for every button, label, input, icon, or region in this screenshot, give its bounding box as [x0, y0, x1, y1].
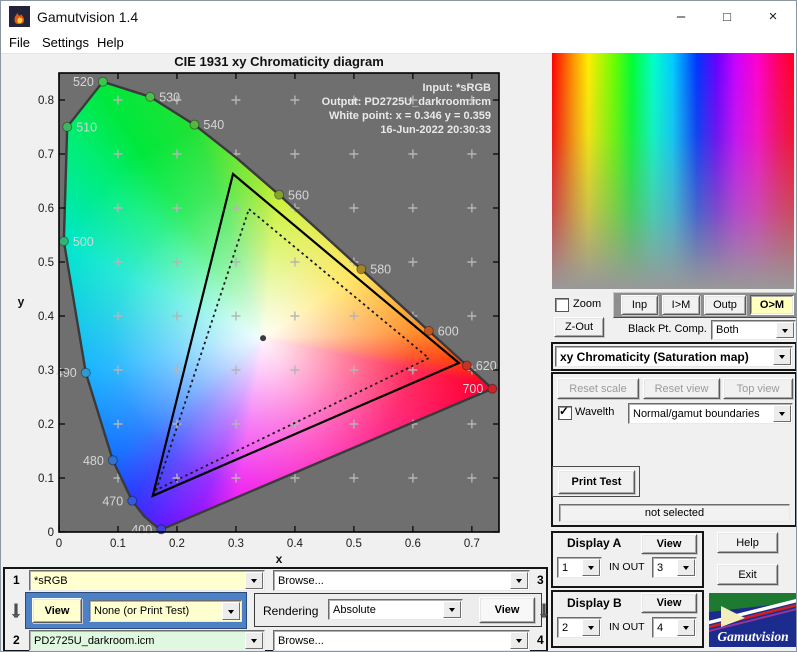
y-tick-label: 0.2 — [38, 419, 54, 431]
gamutvision-logo: Gamutvision — [709, 593, 796, 647]
minimize-button[interactable]: – — [658, 1, 704, 32]
dropdown-arrow-icon[interactable] — [582, 619, 600, 636]
dropdown-arrow-icon[interactable] — [222, 602, 240, 620]
help-button[interactable]: Help — [717, 532, 778, 553]
x-tick-label: 0.7 — [464, 538, 480, 550]
output-to-monitor-button[interactable]: O>M — [750, 295, 794, 315]
y-tick-label: 0.3 — [38, 365, 54, 377]
logo-text: Gamutvision — [717, 629, 788, 644]
wavelth-checkbox[interactable] — [558, 404, 572, 420]
menu-file[interactable]: File — [9, 35, 30, 50]
test-pattern-select[interactable]: None (or Print Test) — [89, 600, 242, 622]
status-field: not selected — [559, 504, 790, 522]
output-profile-select[interactable]: PD2725U_darkroom.icm — [29, 630, 265, 651]
dropdown-arrow-icon[interactable] — [443, 601, 461, 618]
dropdown-arrow-icon[interactable] — [677, 559, 695, 576]
reset-scale-button[interactable]: Reset scale — [557, 378, 639, 399]
browse2-select[interactable]: Browse... — [273, 630, 530, 651]
dropdown-arrow-icon[interactable] — [245, 572, 263, 589]
y-tick-label: 0 — [48, 527, 54, 539]
annotation-white-point: White point: x = 0.346 y = 0.359 — [328, 110, 491, 122]
dropdown-arrow-icon[interactable] — [582, 559, 600, 576]
x-tick-label: 0.1 — [110, 538, 126, 550]
view-mode-select[interactable]: xy Chromaticity (Saturation map) — [555, 346, 793, 367]
slot4-label: 4 — [537, 633, 544, 647]
chart-annotations: Input: *sRGB Output: PD2725U_darkroom.ic… — [201, 81, 491, 137]
x-tick-label: 0.6 — [405, 538, 421, 550]
x-axis-title: x — [276, 552, 283, 566]
dropdown-arrow-icon[interactable] — [773, 348, 791, 365]
y-tick-label: 0.6 — [38, 203, 54, 215]
down-arrow-left-icon: ↓ — [10, 596, 22, 623]
display-a-in-select[interactable]: 1 — [557, 557, 602, 578]
dropdown-arrow-icon[interactable] — [510, 572, 528, 589]
y-tick-label: 0.7 — [38, 149, 54, 161]
display-a-inout-label: IN OUT — [609, 561, 645, 573]
display-b-inout-label: IN OUT — [609, 621, 645, 633]
boundaries-select[interactable]: Normal/gamut boundaries — [628, 403, 793, 424]
inp-button[interactable]: Inp — [621, 295, 658, 315]
black-pt-comp-label: Black Pt. Comp. — [628, 323, 707, 335]
y-tick-label: 0.4 — [38, 311, 55, 323]
menu-help[interactable]: Help — [97, 35, 124, 50]
y-tick-label: 0.8 — [38, 95, 54, 107]
wavelth-label: Wavelth — [575, 406, 615, 418]
view-a-button[interactable]: View — [32, 598, 82, 623]
x-tick-label: 0.2 — [169, 538, 185, 550]
z-out-button[interactable]: Z-Out — [554, 317, 604, 337]
zoom-checkbox[interactable] — [555, 298, 569, 312]
menu-settings[interactable]: Settings — [42, 35, 89, 50]
app-icon — [9, 6, 30, 27]
display-a-view-button[interactable]: View — [641, 534, 697, 554]
dropdown-arrow-icon[interactable] — [773, 405, 791, 422]
display-a-out-select[interactable]: 3 — [652, 557, 697, 578]
close-button[interactable]: × — [750, 1, 796, 32]
outp-button[interactable]: Outp — [704, 295, 746, 315]
titlebar: Gamutvision 1.4 – □ × — [1, 1, 796, 32]
display-a-title: Display A — [567, 536, 622, 550]
browse1-select[interactable]: Browse... — [273, 570, 530, 591]
reset-view-button[interactable]: Reset view — [643, 378, 720, 399]
annotation-timestamp: 16-Jun-2022 20:30:33 — [380, 124, 491, 136]
slot1-label: 1 — [13, 573, 20, 587]
down-arrow-right-icon: ↓ — [538, 596, 550, 623]
annotation-input: Input: *sRGB — [422, 82, 491, 94]
dropdown-arrow-icon[interactable] — [245, 632, 263, 649]
y-axis-title: y — [18, 295, 25, 309]
dropdown-arrow-icon[interactable] — [776, 322, 794, 338]
input-to-monitor-button[interactable]: I>M — [662, 295, 700, 315]
app-window: Gamutvision 1.4 – □ × File Settings Help… — [0, 0, 797, 652]
annotation-output: Output: PD2725U_darkroom.icm — [321, 96, 491, 108]
display-b-out-select[interactable]: 4 — [652, 617, 697, 638]
display-b-in-select[interactable]: 2 — [557, 617, 602, 638]
dropdown-arrow-icon[interactable] — [510, 632, 528, 649]
rendering-intent-select[interactable]: Absolute — [328, 599, 463, 620]
print-test-button[interactable]: Print Test — [558, 470, 635, 494]
slot2-label: 2 — [13, 633, 20, 647]
x-tick-label: 0.3 — [228, 538, 244, 550]
exit-button[interactable]: Exit — [717, 564, 778, 585]
maximize-button[interactable]: □ — [704, 1, 750, 32]
rendering-label: Rendering — [263, 604, 319, 618]
x-tick-label: 0 — [56, 538, 62, 550]
view-b-button[interactable]: View — [479, 597, 535, 623]
display-b-title: Display B — [567, 596, 622, 610]
y-tick-label: 0.1 — [38, 473, 54, 485]
top-view-button[interactable]: Top view — [723, 378, 793, 399]
y-tick-label: 0.5 — [38, 257, 54, 269]
hue-saturation-map — [552, 53, 794, 289]
zoom-label: Zoom — [573, 298, 602, 310]
black-pt-comp-select[interactable]: Both — [711, 320, 796, 340]
display-b-view-button[interactable]: View — [641, 593, 697, 613]
chart-title: CIE 1931 xy Chromaticity diagram — [174, 54, 384, 69]
slot3-label: 3 — [537, 573, 544, 587]
x-tick-label: 0.4 — [287, 538, 304, 550]
window-title: Gamutvision 1.4 — [37, 9, 139, 25]
dropdown-arrow-icon[interactable] — [677, 619, 695, 636]
x-tick-label: 0.5 — [346, 538, 362, 550]
menubar: File Settings Help — [1, 32, 796, 54]
input-profile-select[interactable]: *sRGB — [29, 570, 265, 591]
